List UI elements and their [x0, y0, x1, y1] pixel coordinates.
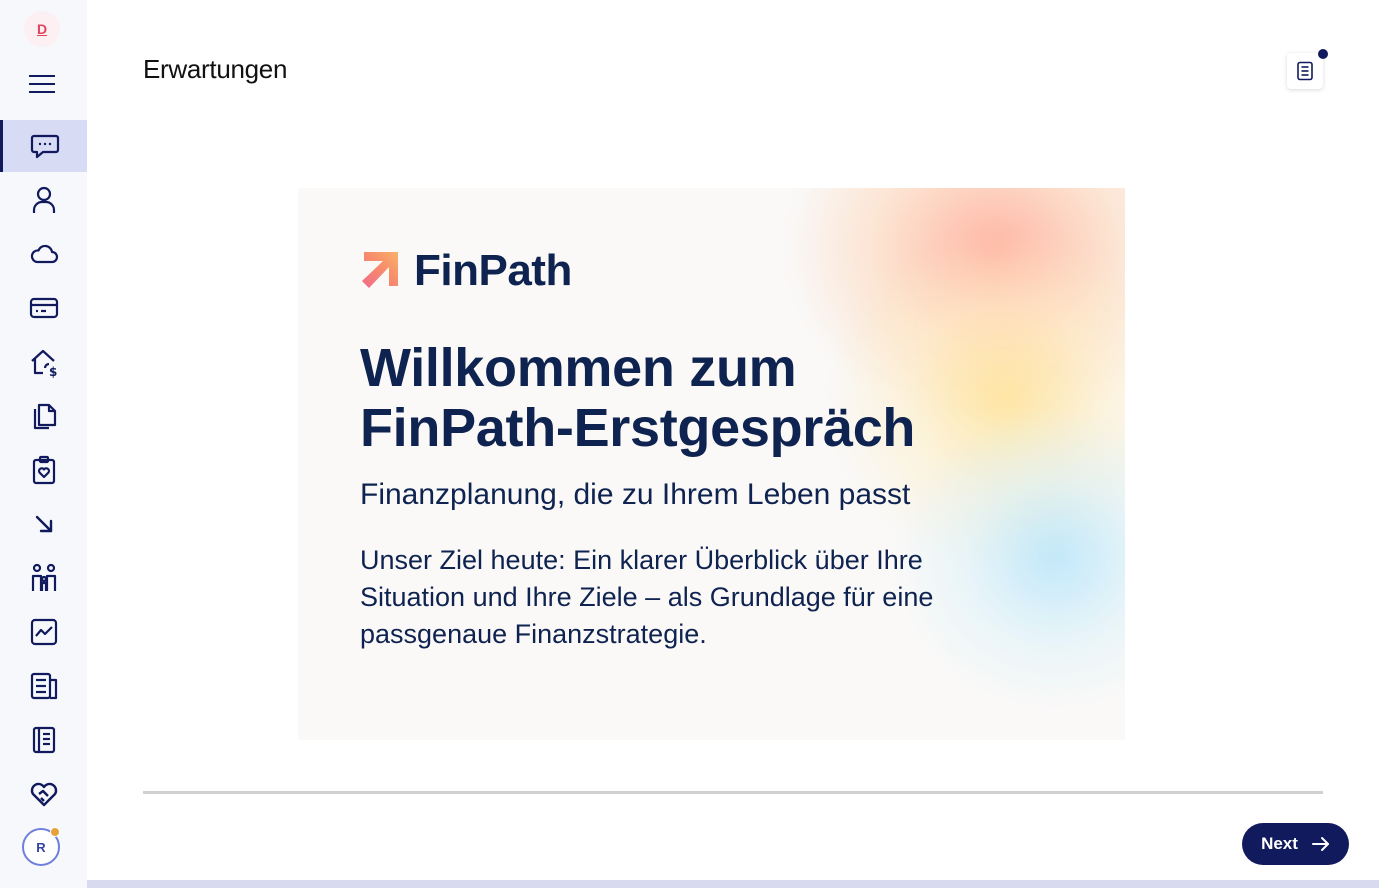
hamburger-icon: [29, 75, 55, 93]
notification-dot: [1318, 49, 1328, 59]
sidebar-item-house-dollar[interactable]: $: [0, 336, 87, 388]
welcome-slide: FinPath Willkommen zum FinPath-Erstgespr…: [298, 188, 1125, 740]
sidebar-item-notebook[interactable]: [0, 714, 87, 766]
list-document-icon: [30, 672, 57, 700]
logo-text: FinPath: [414, 246, 572, 295]
heading-line-2: FinPath-Erstgespräch: [360, 398, 916, 458]
sidebar: D $ R: [0, 0, 87, 888]
sidebar-item-card[interactable]: [0, 282, 87, 334]
notes-button[interactable]: [1287, 53, 1323, 89]
slide-body-text: Unser Ziel heute: Ein klarer Überblick ü…: [360, 545, 934, 649]
sidebar-item-chat[interactable]: [0, 120, 87, 172]
cloud-icon: [30, 244, 58, 264]
brand-badge[interactable]: D: [24, 11, 60, 47]
sidebar-item-handshake[interactable]: [0, 768, 87, 820]
documents-icon: [33, 403, 56, 430]
heading-line-1: Willkommen zum: [360, 338, 797, 398]
sidebar-item-chart[interactable]: [0, 606, 87, 658]
arrow-down-right-icon: [35, 515, 52, 533]
house-dollar-icon: $: [30, 349, 57, 378]
page-title: Erwartungen: [143, 54, 288, 84]
notes-icon: [1297, 61, 1313, 81]
family-icon: [31, 563, 56, 591]
arrow-up-right-logo-icon: [362, 252, 398, 288]
sidebar-item-list-document[interactable]: [0, 660, 87, 712]
sidebar-item-person[interactable]: [0, 174, 87, 226]
sidebar-item-clipboard-heart[interactable]: [0, 444, 87, 496]
sidebar-item-documents[interactable]: [0, 390, 87, 442]
notebook-icon: [32, 726, 55, 754]
divider: [143, 791, 1323, 794]
sidebar-item-arrow-down-right[interactable]: [0, 498, 87, 550]
slide-subtitle: Finanzplanung, die zu Ihrem Leben passt: [360, 478, 911, 511]
avatar-status-dot: [50, 827, 60, 837]
clipboard-heart-icon: [32, 455, 55, 485]
chat-bubble-icon: [30, 134, 60, 159]
credit-card-icon: [29, 297, 58, 319]
sidebar-item-cloud[interactable]: [0, 228, 87, 280]
slide-heading: Willkommen zum FinPath-Erstgespräch: [360, 338, 1080, 458]
handshake-heart-icon: [30, 782, 57, 807]
menu-button[interactable]: [22, 64, 62, 104]
finpath-logo: FinPath: [360, 246, 572, 296]
next-button[interactable]: Next: [1242, 823, 1349, 865]
line-chart-icon: [30, 618, 57, 646]
bottom-bar: [87, 880, 1379, 888]
next-button-label: Next: [1261, 834, 1298, 853]
arrow-right-icon: [1311, 836, 1330, 852]
svg-text:$: $: [49, 365, 57, 378]
person-icon: [32, 186, 55, 213]
sidebar-item-family[interactable]: [0, 552, 87, 604]
